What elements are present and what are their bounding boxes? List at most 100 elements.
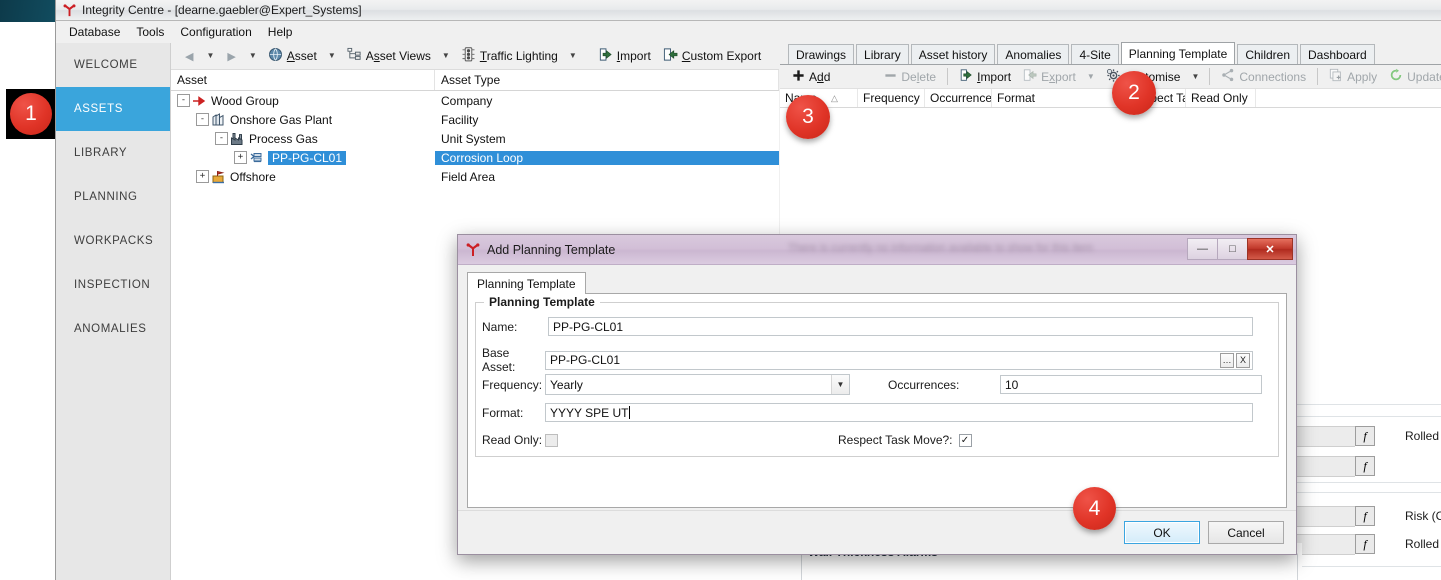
maximize-button[interactable]: □ [1217, 238, 1248, 260]
checkbox-row: Read Only: Respect Task Move?: ✓ [482, 433, 1272, 447]
sidebar-item-workpacks[interactable]: WORKPACKS [56, 219, 170, 263]
occurrences-input[interactable]: 10 [1000, 375, 1262, 394]
respect-task-move-checkbox[interactable]: ✓ [959, 434, 972, 447]
integrity-centre-logo-icon [62, 3, 77, 18]
column-header-read-only[interactable]: Read Only [1186, 89, 1256, 107]
cancel-button[interactable]: Cancel [1208, 521, 1284, 544]
add-button[interactable]: Add [786, 65, 836, 89]
pt-import-button[interactable]: Import [953, 64, 1017, 89]
name-input[interactable]: PP-PG-CL01 [548, 317, 1253, 336]
column-header-frequency[interactable]: Frequency [858, 89, 925, 107]
table-row[interactable]: - Process Gas Unit System [171, 129, 779, 148]
pt-import-button-label: Import [977, 70, 1011, 84]
table-row[interactable]: - Onshore Gas Plant Facility [171, 110, 779, 129]
ok-button[interactable]: OK [1124, 521, 1200, 544]
import-icon [598, 47, 613, 65]
sidebar-item-assets[interactable]: ASSETS [56, 87, 170, 131]
column-header-occurrences[interactable]: Occurrences [925, 89, 992, 107]
tree-expander-collapse-icon[interactable]: - [196, 113, 209, 126]
tree-expander-collapse-icon[interactable]: - [215, 132, 228, 145]
tree-expander-expand-icon[interactable]: + [234, 151, 247, 164]
pt-export-button-label: Export [1041, 70, 1076, 84]
menu-database[interactable]: Database [61, 23, 128, 41]
sidebar-item-inspection[interactable]: INSPECTION [56, 263, 170, 307]
table-row[interactable]: - Wood Group Company [171, 91, 779, 110]
pt-toolbar-separator-3 [1317, 68, 1318, 85]
column-header-format[interactable]: Format [992, 89, 1124, 107]
tab-children[interactable]: Children [1237, 44, 1298, 64]
tab-anomalies[interactable]: Anomalies [997, 44, 1069, 64]
window-title-bar: Integrity Centre - [dearne.gaebler@Exper… [56, 0, 1441, 21]
format-input[interactable]: YYYY SPE UT [545, 403, 1253, 422]
function-button[interactable]: f [1355, 456, 1375, 476]
column-header-asset-type[interactable]: Asset Type [435, 70, 779, 90]
sidebar-item-welcome[interactable]: WELCOME [56, 43, 170, 87]
tree-item-type: Corrosion Loop [435, 151, 779, 165]
read-only-checkbox[interactable] [545, 434, 558, 447]
tree-expander-expand-icon[interactable]: + [196, 170, 209, 183]
tree-item-type: Facility [435, 113, 779, 127]
frequency-select[interactable]: Yearly ▼ [545, 374, 850, 395]
field-label: Rolled up (C [1405, 537, 1441, 551]
base-asset-input[interactable]: PP-PG-CL01 … X [545, 351, 1253, 370]
base-asset-browse-button[interactable]: … [1220, 353, 1234, 368]
tree-expander-collapse-icon[interactable]: - [177, 94, 190, 107]
dialog-body: Planning Template Planning Template Name… [458, 266, 1296, 524]
tab-drawings[interactable]: Drawings [788, 44, 854, 64]
import-button[interactable]: Import [592, 43, 657, 69]
base-asset-row: Base Asset: PP-PG-CL01 … X [482, 346, 1272, 374]
tab-asset-history[interactable]: Asset history [911, 44, 996, 64]
sidebar-item-library[interactable]: LIBRARY [56, 131, 170, 175]
apply-icon [1329, 68, 1343, 85]
menu-bar: Database Tools Configuration Help [56, 21, 1441, 43]
asset-tree: - Wood Group Company - [171, 91, 779, 186]
delete-button: Delete [878, 65, 942, 89]
frequency-label: Frequency: [482, 378, 545, 392]
forward-history-caret-icon[interactable]: ▼ [244, 46, 262, 66]
tab-planning-template[interactable]: Planning Template [1121, 42, 1236, 64]
tree-item-label: PP-PG-CL01 [268, 151, 346, 165]
sidebar-item-planning[interactable]: PLANNING [56, 175, 170, 219]
respect-task-move-label: Respect Task Move?: [838, 433, 953, 447]
base-asset-clear-button[interactable]: X [1236, 353, 1250, 368]
traffic-lighting-button[interactable]: Traffic Lighting [455, 43, 564, 69]
customise-dropdown-caret-icon[interactable]: ▼ [1186, 67, 1204, 87]
field-label: Rolled Up Fi [1405, 429, 1441, 443]
field-label: Risk (Colour [1405, 509, 1441, 523]
tab-dashboard[interactable]: Dashboard [1300, 44, 1375, 64]
menu-tools[interactable]: Tools [128, 23, 172, 41]
asset-button[interactable]: Asset [262, 43, 323, 69]
pt-export-dropdown-caret-icon: ▼ [1082, 67, 1100, 87]
asset-views-button[interactable]: Asset Views [341, 43, 437, 69]
function-button[interactable]: f [1355, 426, 1375, 446]
table-row[interactable]: + PP-PG-CL01 Corrosion Loop [171, 148, 779, 167]
function-button[interactable]: f [1355, 506, 1375, 526]
function-button[interactable]: f [1355, 534, 1375, 554]
traffic-lighting-dropdown-caret-icon[interactable]: ▼ [564, 46, 582, 66]
dialog-tab-planning-template[interactable]: Planning Template [467, 272, 586, 294]
forward-button[interactable]: ▶ [219, 46, 243, 67]
close-button[interactable]: ✕ [1247, 238, 1293, 260]
tree-item-label: Onshore Gas Plant [230, 113, 336, 127]
minimize-button[interactable]: — [1187, 238, 1218, 260]
dialog-title-bar[interactable]: Add Planning Template There is currently… [458, 235, 1296, 265]
menu-help[interactable]: Help [260, 23, 301, 41]
name-row: Name: PP-PG-CL01 [482, 317, 1272, 336]
apply-button-label: Apply [1347, 70, 1377, 84]
connections-button-label: Connections [1239, 70, 1306, 84]
asset-dropdown-caret-icon[interactable]: ▼ [323, 46, 341, 66]
asset-views-dropdown-caret-icon[interactable]: ▼ [437, 46, 455, 66]
back-history-caret-icon[interactable]: ▼ [201, 46, 219, 66]
tab-library[interactable]: Library [856, 44, 909, 64]
menu-configuration[interactable]: Configuration [172, 23, 259, 41]
custom-export-button[interactable]: Custom Export [657, 43, 767, 69]
back-button[interactable]: ◀ [177, 46, 201, 67]
screen-root: Integrity Centre - [dearne.gaebler@Exper… [0, 0, 1441, 580]
tab-4-site[interactable]: 4-Site [1071, 44, 1118, 64]
column-header-asset[interactable]: Asset [171, 70, 435, 90]
sidebar-item-anomalies[interactable]: ANOMALIES [56, 307, 170, 351]
tree-item-label: Process Gas [249, 132, 322, 146]
table-row[interactable]: + Offshore Field Area [171, 167, 779, 186]
readonly-value-field [1292, 426, 1355, 447]
chevron-down-icon[interactable]: ▼ [831, 375, 849, 394]
